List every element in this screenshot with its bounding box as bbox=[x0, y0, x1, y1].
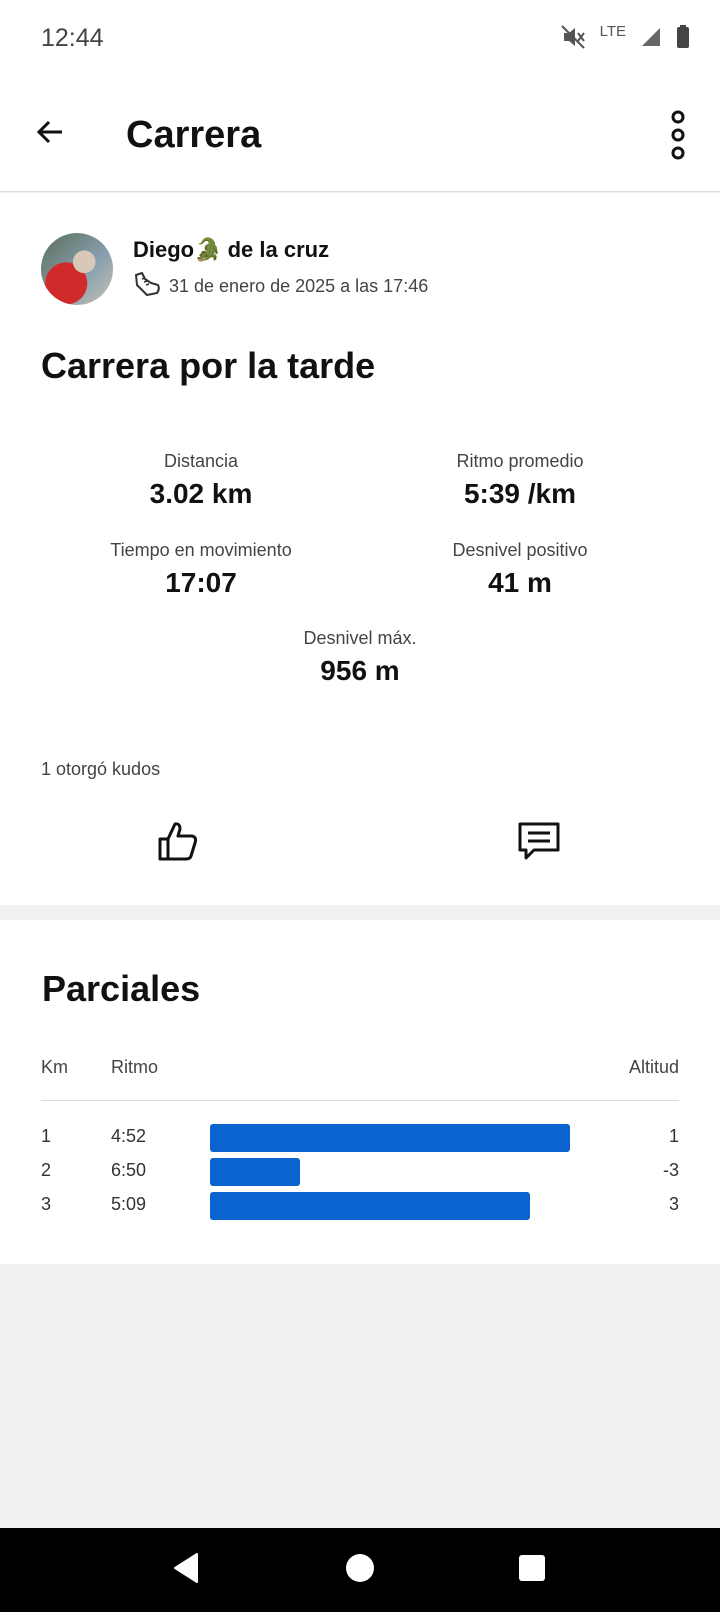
running-shoe-icon bbox=[133, 271, 161, 302]
stat-label: Ritmo promedio bbox=[456, 451, 584, 471]
stat-value: 17:07 bbox=[165, 567, 237, 598]
page-title: Carrera bbox=[126, 114, 262, 156]
stat-max-elevation: Desnivel máx. 956 m bbox=[210, 628, 510, 687]
split-pace-bar bbox=[210, 1192, 530, 1220]
comment-button[interactable] bbox=[516, 819, 562, 863]
table-row: 1 4:52 1 bbox=[0, 1122, 720, 1152]
split-elevation: -3 bbox=[662, 1160, 679, 1180]
split-pace: 4:52 bbox=[111, 1126, 147, 1146]
avatar[interactable] bbox=[41, 233, 113, 305]
activity-title: Carrera por la tarde bbox=[41, 345, 376, 386]
stat-value: 956 m bbox=[320, 655, 400, 686]
stat-label: Distancia bbox=[163, 451, 239, 471]
split-elevation: 1 bbox=[668, 1126, 679, 1146]
activity-card: Diego🐊 de la cruz 31 de enero de 2025 a … bbox=[0, 193, 720, 905]
stat-label: Tiempo en movimiento bbox=[110, 540, 292, 560]
split-km: 3 bbox=[41, 1194, 52, 1214]
column-header-pace: Ritmo bbox=[111, 1057, 159, 1077]
activity-meta: 31 de enero de 2025 a las 17:46 bbox=[133, 271, 428, 302]
back-arrow-icon bbox=[35, 117, 65, 152]
split-pace-bar bbox=[210, 1124, 570, 1152]
signal-icon bbox=[640, 26, 662, 48]
split-pace: 6:50 bbox=[111, 1160, 147, 1180]
stat-moving-time: Tiempo en movimiento 17:07 bbox=[51, 540, 351, 599]
back-button[interactable] bbox=[30, 114, 70, 154]
stat-value: 5:39 /km bbox=[463, 478, 577, 509]
stat-avg-pace: Ritmo promedio 5:39 /km bbox=[370, 451, 670, 510]
thumbs-up-icon bbox=[156, 822, 200, 867]
split-elevation: 3 bbox=[668, 1194, 679, 1214]
kudos-button[interactable] bbox=[156, 819, 200, 863]
more-options-button[interactable] bbox=[666, 110, 690, 160]
divider bbox=[41, 1100, 679, 1101]
nav-back-icon bbox=[171, 1552, 201, 1589]
stat-value: 41 m bbox=[488, 567, 552, 598]
stat-elevation-gain: Desnivel positivo 41 m bbox=[370, 540, 670, 599]
activity-date: 31 de enero de 2025 a las 17:46 bbox=[169, 276, 429, 296]
app-bar: Carrera bbox=[0, 80, 720, 192]
kudos-count[interactable]: 1 otorgó kudos bbox=[41, 759, 160, 780]
nav-home-icon bbox=[344, 1552, 376, 1589]
nav-home-button[interactable] bbox=[338, 1548, 382, 1592]
mute-icon bbox=[560, 24, 586, 50]
athlete-name[interactable]: Diego🐊 de la cruz bbox=[133, 237, 329, 263]
table-row: 3 5:09 3 bbox=[0, 1190, 720, 1220]
split-pace: 5:09 bbox=[111, 1194, 147, 1214]
status-icons: LTE bbox=[560, 24, 690, 50]
split-km: 2 bbox=[41, 1160, 52, 1180]
stat-label: Desnivel máx. bbox=[303, 628, 417, 648]
split-km: 1 bbox=[41, 1126, 52, 1146]
stat-distance: Distancia 3.02 km bbox=[51, 451, 351, 510]
nav-recents-button[interactable] bbox=[510, 1548, 554, 1592]
status-time: 12:44 bbox=[41, 24, 104, 52]
column-header-km: Km bbox=[41, 1057, 68, 1077]
table-row: 2 6:50 -3 bbox=[0, 1156, 720, 1186]
split-pace-bar bbox=[210, 1158, 300, 1186]
stat-value: 3.02 km bbox=[149, 478, 253, 509]
nav-back-button[interactable] bbox=[164, 1548, 208, 1592]
battery-icon bbox=[676, 25, 690, 49]
network-type: LTE bbox=[599, 22, 626, 40]
status-bar: 12:44 LTE bbox=[0, 0, 720, 80]
column-header-elevation: Altitud bbox=[628, 1057, 679, 1077]
comment-icon bbox=[516, 822, 562, 867]
stat-label: Desnivel positivo bbox=[452, 540, 588, 560]
more-vertical-icon bbox=[666, 110, 690, 164]
nav-recents-icon bbox=[518, 1554, 546, 1587]
splits-title: Parciales bbox=[42, 968, 201, 1009]
system-nav-bar bbox=[0, 1528, 720, 1612]
splits-card: Parciales Km Ritmo Altitud 1 4:52 1 2 6:… bbox=[0, 920, 720, 1264]
